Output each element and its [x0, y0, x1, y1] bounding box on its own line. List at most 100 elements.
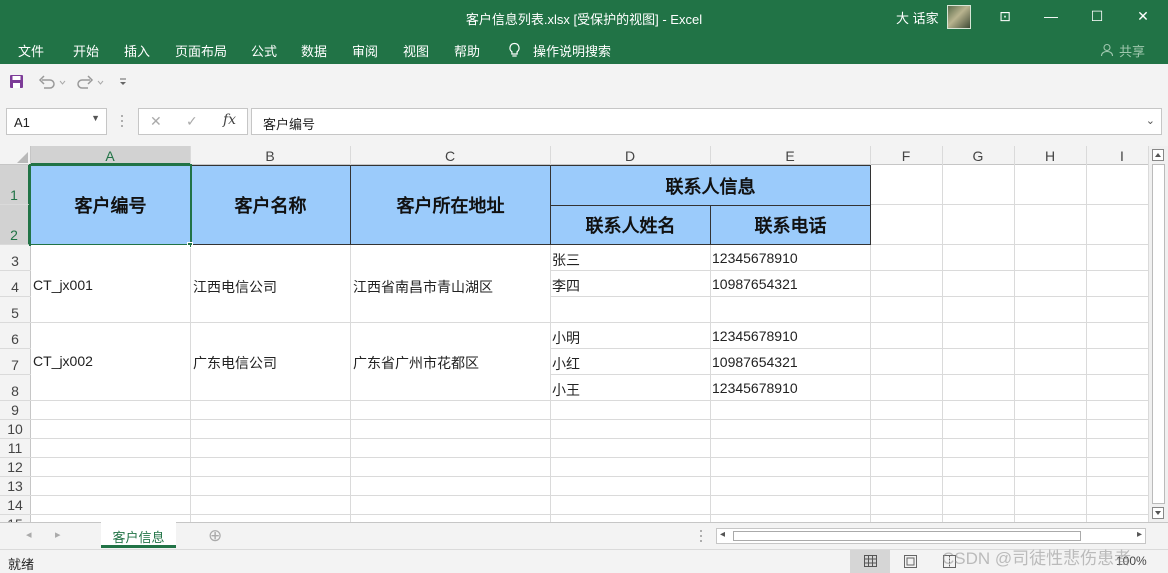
- contact-phone-cell[interactable]: 12345678910: [712, 250, 798, 266]
- customer-id-cell[interactable]: CT_jx002: [31, 323, 190, 400]
- formula-input[interactable]: 客户编号 ⌄: [251, 108, 1162, 135]
- column-header-d[interactable]: D: [550, 146, 710, 165]
- avatar[interactable]: [947, 5, 971, 29]
- horizontal-scroll-thumb[interactable]: [733, 531, 1081, 541]
- close-button[interactable]: ✕: [1120, 0, 1166, 32]
- scroll-right-icon[interactable]: ▸: [1137, 529, 1142, 540]
- select-all-icon[interactable]: [17, 152, 28, 163]
- contact-name-cell[interactable]: 小红: [552, 354, 580, 374]
- header-contact-info[interactable]: 联系人信息: [550, 165, 871, 206]
- contact-phone-cell[interactable]: 12345678910: [712, 328, 798, 344]
- column-header-c[interactable]: C: [350, 146, 550, 165]
- add-sheet-icon[interactable]: ⊕: [208, 526, 222, 546]
- chevron-down-icon[interactable]: ▼: [91, 113, 100, 123]
- row-header-15[interactable]: 15: [0, 515, 30, 522]
- header-contact-phone[interactable]: 联系电话: [710, 205, 871, 245]
- row-header-3[interactable]: 3: [0, 245, 30, 271]
- contact-name-cell[interactable]: 小明: [552, 328, 580, 348]
- drag-handle-icon[interactable]: [119, 113, 125, 129]
- insert-function-button[interactable]: fx: [223, 112, 236, 128]
- horizontal-scrollbar[interactable]: ◂ ▸: [716, 528, 1146, 544]
- row-header-12[interactable]: 12: [0, 458, 30, 477]
- column-header-h[interactable]: H: [1014, 146, 1086, 165]
- contact-phone-cell[interactable]: 12345678910: [712, 380, 798, 396]
- contact-name-cell[interactable]: 小王: [552, 380, 580, 400]
- column-header-g[interactable]: G: [942, 146, 1014, 165]
- tab-formulas[interactable]: 公式: [251, 41, 277, 60]
- row-header-7[interactable]: 7: [0, 349, 30, 375]
- column-headers: A B C D E F G H I: [0, 146, 1148, 165]
- tab-review[interactable]: 审阅: [352, 41, 378, 60]
- row-header-10[interactable]: 10: [0, 420, 30, 439]
- row-header-11[interactable]: 11: [0, 439, 30, 458]
- customer-id-cell[interactable]: CT_jx001: [31, 245, 190, 322]
- redo-icon[interactable]: [76, 74, 106, 89]
- tell-me-search[interactable]: 操作说明搜索: [533, 41, 611, 60]
- header-contact-name[interactable]: 联系人姓名: [550, 205, 711, 245]
- tab-page-layout[interactable]: 页面布局: [175, 41, 227, 60]
- column-header-a[interactable]: A: [30, 146, 190, 165]
- next-sheet-icon[interactable]: ▸: [55, 528, 61, 541]
- customer-name-cell[interactable]: 江西电信公司: [191, 245, 350, 322]
- customer-address-cell[interactable]: 广东省广州市花都区: [351, 323, 550, 400]
- enter-icon[interactable]: ✓: [186, 113, 198, 130]
- row-header-2[interactable]: 2: [0, 205, 30, 245]
- row-header-13[interactable]: 13: [0, 477, 30, 496]
- minimize-button[interactable]: —: [1028, 0, 1074, 32]
- gridline: [30, 495, 1148, 496]
- gridline: [30, 438, 1148, 439]
- tab-insert[interactable]: 插入: [124, 41, 150, 60]
- customer-name-cell[interactable]: 广东电信公司: [191, 323, 350, 400]
- contact-name-cell[interactable]: 张三: [552, 250, 580, 270]
- tab-file[interactable]: 文件: [18, 41, 44, 60]
- worksheet-grid[interactable]: A B C D E F G H I 1 2 3 4 5 6 7 8 9 10 1…: [0, 146, 1168, 522]
- contact-phone-cell[interactable]: 10987654321: [712, 354, 798, 370]
- cancel-icon[interactable]: ✕: [150, 113, 162, 130]
- undo-icon[interactable]: [38, 74, 68, 89]
- name-box[interactable]: A1 ▼: [6, 108, 107, 135]
- page-layout-view-icon[interactable]: [904, 555, 917, 568]
- share-button[interactable]: 共享: [1119, 41, 1145, 60]
- row-header-4[interactable]: 4: [0, 271, 30, 297]
- scroll-up-icon[interactable]: [1152, 149, 1164, 161]
- formula-value: 客户编号: [263, 117, 316, 132]
- gridline: [30, 457, 1148, 458]
- tab-help[interactable]: 帮助: [454, 41, 480, 60]
- row-header-14[interactable]: 14: [0, 496, 30, 515]
- tab-home[interactable]: 开始: [73, 41, 99, 60]
- column-header-e[interactable]: E: [710, 146, 870, 165]
- row-header-8[interactable]: 8: [0, 375, 30, 401]
- sheet-tab-active[interactable]: 客户信息: [101, 522, 176, 548]
- contact-phone-cell[interactable]: 10987654321: [712, 276, 798, 292]
- row-header-5[interactable]: 5: [0, 297, 30, 323]
- scroll-thumb[interactable]: [1152, 164, 1165, 504]
- column-header-b[interactable]: B: [190, 146, 350, 165]
- header-customer-address[interactable]: 客户所在地址: [350, 165, 551, 245]
- vertical-scrollbar[interactable]: [1148, 146, 1168, 522]
- gridline: [942, 146, 943, 522]
- maximize-button[interactable]: ☐: [1074, 0, 1120, 32]
- normal-view-button[interactable]: [850, 550, 890, 573]
- row-header-9[interactable]: 9: [0, 401, 30, 420]
- user-name[interactable]: 大 话家: [896, 8, 939, 27]
- tab-data[interactable]: 数据: [301, 41, 327, 60]
- ribbon-display-options-button[interactable]: ⊡: [982, 0, 1028, 32]
- gridline: [30, 419, 1148, 420]
- quick-access-toolbar: [0, 64, 1168, 100]
- column-header-f[interactable]: F: [870, 146, 942, 165]
- tab-view[interactable]: 视图: [403, 41, 429, 60]
- save-icon[interactable]: [9, 74, 24, 89]
- expand-formula-icon[interactable]: ⌄: [1146, 114, 1155, 127]
- row-header-1[interactable]: 1: [0, 165, 30, 205]
- normal-view-icon: [864, 555, 877, 567]
- customer-address-cell[interactable]: 江西省南昌市青山湖区: [351, 245, 550, 322]
- row-header-6[interactable]: 6: [0, 323, 30, 349]
- split-handle-icon[interactable]: [698, 529, 704, 543]
- customize-qat-icon[interactable]: [117, 76, 129, 88]
- header-customer-name[interactable]: 客户名称: [190, 165, 351, 245]
- prev-sheet-icon[interactable]: ◂: [26, 528, 32, 541]
- scroll-down-icon[interactable]: [1152, 507, 1164, 519]
- scroll-left-icon[interactable]: ◂: [720, 529, 725, 540]
- contact-name-cell[interactable]: 李四: [552, 276, 580, 296]
- gridline: [1086, 146, 1087, 522]
